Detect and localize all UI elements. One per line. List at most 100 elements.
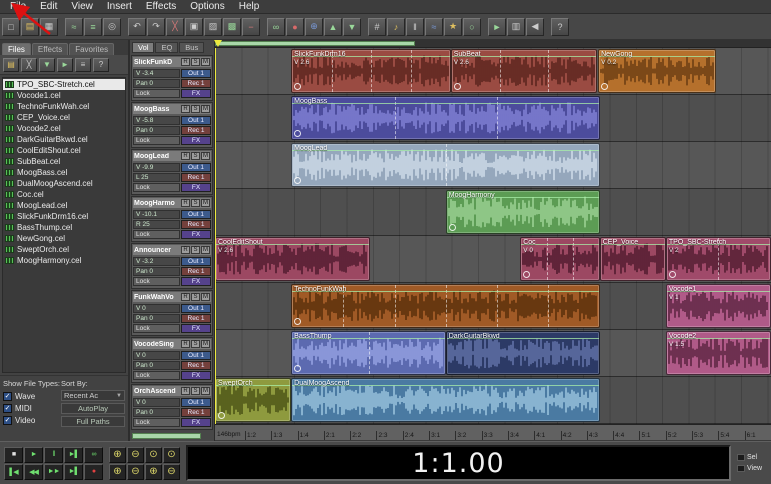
mute-button[interactable]: M [201, 246, 210, 254]
solo-button[interactable]: S [191, 58, 200, 66]
solo-button[interactable]: S [191, 105, 200, 113]
file-list-item[interactable]: DarkGuitarBkwd.cel [3, 134, 125, 145]
copy-button[interactable]: ▣ [185, 18, 203, 36]
track-volume[interactable]: V -10.1 [133, 210, 180, 219]
track-volume[interactable]: V -9.9 [133, 163, 180, 172]
checkbox-icon[interactable]: ✓ [3, 404, 12, 413]
audio-clip[interactable]: MoogLead [291, 143, 600, 187]
menu-item[interactable]: Help [232, 0, 267, 13]
solo-button[interactable]: S [191, 152, 200, 160]
track-fx-button[interactable]: FX [181, 277, 211, 286]
record-arm-button[interactable]: R [181, 199, 190, 207]
paste-button[interactable]: ▨ [204, 18, 222, 36]
track-record-device-button[interactable]: Rec 1 [181, 408, 211, 417]
track-fx-button[interactable]: FX [181, 371, 211, 380]
track-output-button[interactable]: Out 1 [181, 398, 211, 407]
file-list-item[interactable]: MoogLead.cel [3, 200, 125, 211]
multitrack-view-button[interactable]: ≡ [84, 18, 102, 36]
new-session-button[interactable]: □ [2, 18, 20, 36]
track-output-button[interactable]: Out 1 [181, 351, 211, 360]
track-volume[interactable]: V -3.2 [133, 257, 180, 266]
metronome-button[interactable]: ♪ [387, 18, 405, 36]
solo-button[interactable]: S [191, 199, 200, 207]
menu-item[interactable]: View [64, 0, 100, 13]
zoom-in-horizontal-button[interactable]: ⊕ [109, 464, 126, 480]
track-lock-button[interactable]: Lock [133, 183, 180, 192]
track-panel-tab[interactable]: Bus [179, 42, 204, 53]
playhead-marker-icon[interactable] [214, 40, 222, 47]
track-pan[interactable]: L 25 [133, 173, 180, 182]
audio-clip[interactable]: BassThump [291, 331, 446, 375]
file-list-item[interactable]: TechnoFunkWah.cel [3, 101, 125, 112]
time-selection-button[interactable]: ▥ [507, 18, 525, 36]
file-list-item[interactable]: BassThump.cel [3, 222, 125, 233]
track-volume[interactable]: V 0 [133, 398, 180, 407]
track-lock-button[interactable]: Lock [133, 324, 180, 333]
record-arm-button[interactable]: R [181, 340, 190, 348]
timeline-ruler[interactable]: 146bpm 1:2 1:3 1:4 2:1 2:2 2:3 2:4 3:1 [215, 424, 771, 440]
file-list-item[interactable]: Vocode1.cel [3, 90, 125, 101]
track-pan[interactable]: Pan 0 [133, 408, 180, 417]
clip-volume-button[interactable]: ▲ [324, 18, 342, 36]
record-arm-button[interactable]: R [181, 105, 190, 113]
audio-clip[interactable]: SubBeat V 2.6 [451, 49, 597, 93]
track-lock-button[interactable]: Lock [133, 371, 180, 380]
solo-button[interactable]: S [191, 387, 200, 395]
record-arm-button[interactable]: R [181, 293, 190, 301]
menu-item[interactable]: File [3, 0, 33, 13]
files-panel-tab[interactable]: Favorites [69, 43, 114, 55]
track-name[interactable]: MoogHarmo [134, 200, 180, 207]
track-lock-button[interactable]: Lock [133, 89, 180, 98]
track-name[interactable]: SlickFunkD [134, 59, 180, 66]
play-looped-button[interactable]: ∞ [84, 447, 103, 463]
track-name[interactable]: VocodeSing [134, 341, 180, 348]
go-to-end-button[interactable]: ►▌ [64, 464, 83, 480]
loop-duplicate-button[interactable]: ∞ [267, 18, 285, 36]
file-list-item[interactable]: MoogBass.cel [3, 167, 125, 178]
group-clips-button[interactable]: ⊕ [305, 18, 323, 36]
solo-button[interactable]: S [191, 293, 200, 301]
file-list-item[interactable]: NewGong.cel [3, 233, 125, 244]
move-clip-button[interactable]: ◀ [526, 18, 544, 36]
file-list-item[interactable]: CoolEditShout.cel [3, 145, 125, 156]
track-output-button[interactable]: Out 1 [181, 210, 211, 219]
audio-clip[interactable]: SweptOrch [215, 378, 291, 422]
zoom-full-button[interactable]: ⊙ [145, 447, 162, 463]
cd-project-view-button[interactable]: ◎ [103, 18, 121, 36]
file-list-item[interactable]: TPO_SBC-Stretch.cel [3, 79, 125, 90]
help-button[interactable]: ? [551, 18, 569, 36]
play-to-end-button[interactable]: ►▌ [64, 447, 83, 463]
redo-button[interactable]: ↷ [147, 18, 165, 36]
track-volume[interactable]: V -3.4 [133, 69, 180, 78]
full-paths-button[interactable]: Full Paths [61, 416, 125, 427]
file-type-row[interactable]: ✓ MIDI [3, 402, 57, 414]
envelope-edit-button[interactable]: ○ [463, 18, 481, 36]
track-record-device-button[interactable]: Rec 1 [181, 79, 211, 88]
track-record-device-button[interactable]: Rec 1 [181, 173, 211, 182]
zoom-in-button[interactable]: ⊕ [109, 447, 126, 463]
timeline-scrollbar[interactable] [215, 40, 771, 48]
file-type-row[interactable]: ✓ Video [3, 414, 57, 426]
file-type-row[interactable]: ✓ Wave [3, 390, 57, 402]
track-name[interactable]: FunkWahVo [134, 294, 180, 301]
insert-into-session-button[interactable]: ► [57, 58, 73, 72]
snapping-button[interactable]: # [368, 18, 386, 36]
file-list-item[interactable]: MoogHarmony.cel [3, 255, 125, 266]
track-lock-button[interactable]: Lock [133, 418, 180, 427]
track-volume[interactable]: V -5.8 [133, 116, 180, 125]
track-lock-button[interactable]: Lock [133, 136, 180, 145]
mute-button[interactable]: M [201, 105, 210, 113]
track-fx-button[interactable]: FX [181, 324, 211, 333]
track-panel-scrollbar[interactable] [130, 432, 214, 441]
selection-field[interactable] [737, 454, 745, 461]
track-volume[interactable]: V 0 [133, 304, 180, 313]
zoom-in-vertical-button[interactable]: ⊕ [145, 464, 162, 480]
track-pan[interactable]: Pan 0 [133, 126, 180, 135]
track-panel-tab[interactable]: Vol [132, 42, 154, 53]
file-list-item[interactable]: DualMoogAscend.cel [3, 178, 125, 189]
track-output-button[interactable]: Out 1 [181, 69, 211, 78]
mute-button[interactable]: M [201, 152, 210, 160]
track-fx-button[interactable]: FX [181, 418, 211, 427]
track-output-button[interactable]: Out 1 [181, 163, 211, 172]
audio-clip[interactable]: Coc V 0 [520, 237, 600, 281]
